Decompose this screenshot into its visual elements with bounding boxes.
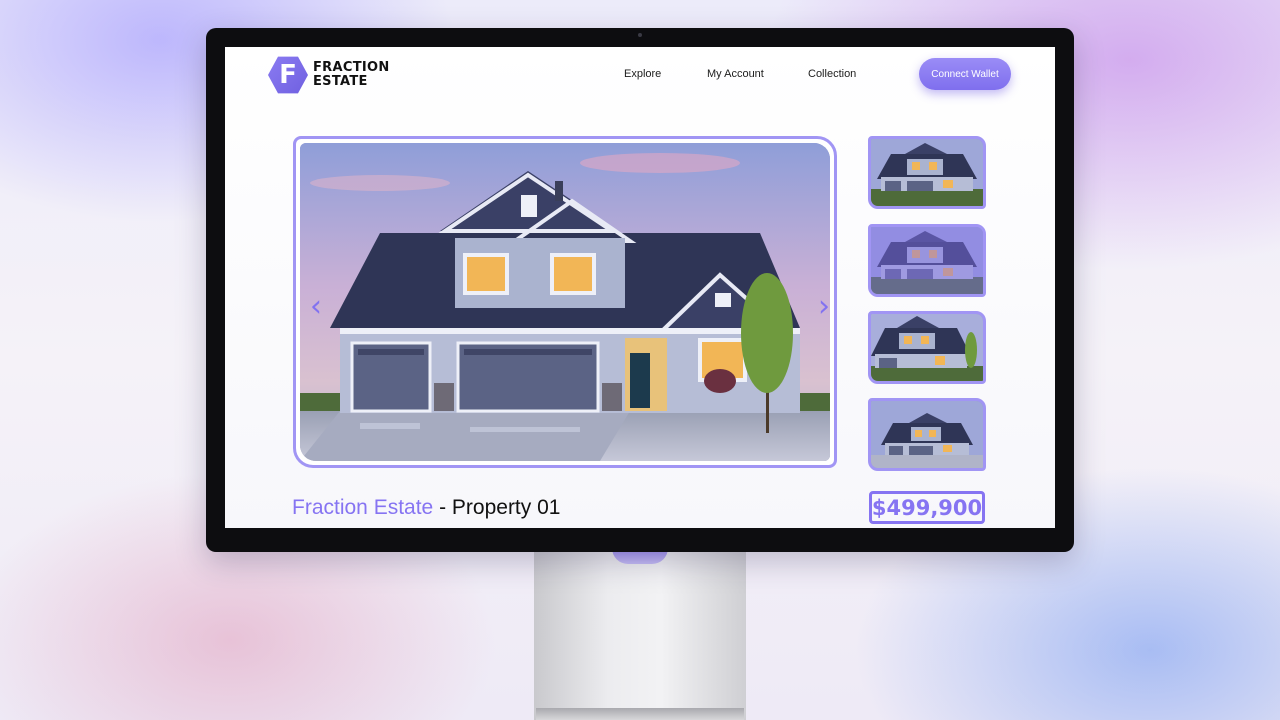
- logo-hexagon-icon: F: [268, 56, 308, 94]
- logo-letter: F: [279, 60, 297, 90]
- thumbnail-photo: [871, 314, 983, 381]
- logo-line-1: FRACTION: [313, 60, 390, 75]
- thumbnail-2[interactable]: [868, 224, 986, 297]
- main-property-image-frame: ‹ ›: [293, 136, 837, 468]
- property-title-separator: -: [433, 496, 452, 519]
- nav-explore[interactable]: Explore: [624, 68, 661, 80]
- brand-logo[interactable]: F FRACTION ESTATE: [268, 55, 390, 95]
- screen: F FRACTION ESTATE Explore My Account Col…: [225, 47, 1055, 528]
- house-photo: [300, 143, 830, 461]
- thumbnail-1[interactable]: [868, 136, 986, 209]
- logo-line-2: ESTATE: [313, 74, 368, 89]
- thumbnail-3[interactable]: [868, 311, 986, 384]
- thumbnail-photo: [871, 401, 983, 468]
- thumbnail-photo: [871, 227, 983, 294]
- thumbnail-photo: [871, 139, 983, 206]
- property-title: Fraction Estate - Property 01: [292, 496, 560, 520]
- nav-my-account[interactable]: My Account: [707, 68, 764, 80]
- nav-collection[interactable]: Collection: [808, 68, 856, 80]
- camera-icon: [638, 33, 642, 37]
- main-property-image: [300, 143, 830, 461]
- chevron-left-icon[interactable]: ‹: [306, 292, 326, 322]
- chevron-right-icon[interactable]: ›: [814, 292, 834, 322]
- connect-wallet-button[interactable]: Connect Wallet: [919, 58, 1011, 90]
- monitor-stand-base: [536, 708, 744, 720]
- property-title-brand: Fraction Estate: [292, 496, 434, 519]
- thumbnail-4[interactable]: [868, 398, 986, 471]
- property-price: $499,900: [869, 491, 985, 524]
- monitor-stand: [534, 548, 746, 720]
- logo-text: FRACTION ESTATE: [313, 61, 390, 89]
- property-title-name: Property 01: [451, 496, 561, 519]
